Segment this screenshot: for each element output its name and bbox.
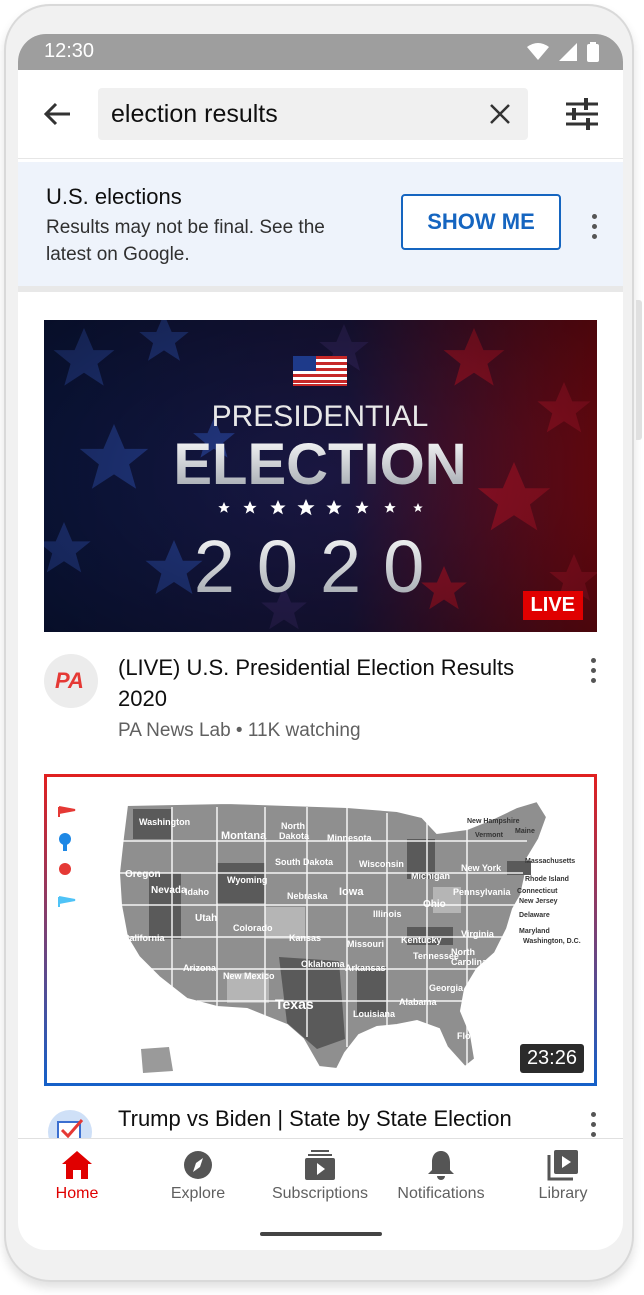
search-query: election results [111,100,278,128]
nav-library[interactable]: Library [508,1149,618,1203]
svg-text:South Dakota: South Dakota [275,857,334,867]
filter-icon[interactable] [564,96,600,132]
banner-more-icon[interactable] [590,214,598,240]
nav-subscriptions-label: Subscriptions [271,1185,369,1202]
svg-text:Washington, D.C.: Washington, D.C. [523,938,581,945]
svg-text:PRESIDENTIAL: PRESIDENTIAL [212,400,429,433]
svg-text:Colorado: Colorado [233,923,273,933]
svg-text:Pennsylvania: Pennsylvania [453,887,512,897]
video-thumbnail-live[interactable]: PRESIDENTIAL ELECTION 2020 LIVE [44,320,597,632]
video-more-icon[interactable] [589,658,597,684]
status-icons [527,42,599,62]
svg-text:Nebraska: Nebraska [287,891,329,901]
svg-text:Connecticut: Connecticut [517,888,558,895]
svg-text:Massachusetts: Massachusetts [525,858,575,865]
svg-text:Florida: Florida [457,1031,488,1041]
svg-text:Missouri: Missouri [347,939,384,949]
svg-text:Nevada: Nevada [151,885,187,896]
svg-text:Georgia: Georgia [429,983,464,993]
compass-icon [184,1151,212,1179]
screen: 12:30 election results U.S. elections Re… [18,34,623,1250]
channel-avatar[interactable]: PA [44,654,98,708]
nav-notifications-label: Notifications [397,1185,485,1202]
video-title-2[interactable]: Trump vs Biden | State by State Election [118,1106,558,1132]
channel-avatar-text: PA [55,668,84,693]
home-indicator[interactable] [260,1232,382,1236]
bottom-navigation: Home Explore Subscriptions Notifications… [18,1138,623,1221]
wifi-icon [527,43,549,60]
search-bar: election results [18,70,623,159]
nav-explore-label: Explore [170,1185,226,1202]
banner-description: Results may not be final. See the latest… [46,217,325,265]
svg-text:Michigan: Michigan [411,871,450,881]
status-time: 12:30 [44,40,95,62]
nav-library-label: Library [538,1185,588,1202]
live-badge: LIVE [522,591,583,620]
nav-explore[interactable]: Explore [143,1149,253,1203]
signal-icon [559,43,577,61]
svg-text:New Mexico: New Mexico [223,971,275,981]
svg-text:New Jersey: New Jersey [519,898,558,905]
svg-text:Vermont: Vermont [475,832,504,839]
svg-text:Kansas: Kansas [289,933,321,943]
us-map-artwork: Washington Montana NorthDakota Minnesota… [47,777,594,1083]
back-arrow-icon[interactable] [40,96,76,132]
show-me-button[interactable]: SHOW ME [401,194,561,250]
side-button [636,300,642,440]
svg-text:Illinois: Illinois [373,909,402,919]
subscriptions-icon [305,1150,335,1180]
svg-text:Louisiana: Louisiana [353,1009,396,1019]
us-flag-icon [293,356,347,386]
banner-title: U.S. elections [46,184,182,209]
svg-text:North: North [281,821,305,831]
library-icon [547,1150,578,1181]
svg-text:Kentucky: Kentucky [401,935,442,945]
svg-text:New York: New York [461,863,502,873]
svg-text:Maryland: Maryland [519,928,550,935]
svg-text:Dakota: Dakota [279,831,310,841]
status-bar: 12:30 [18,34,623,70]
nav-subscriptions[interactable]: Subscriptions [265,1149,375,1203]
svg-text:Texas: Texas [275,996,314,1012]
svg-text:Idaho: Idaho [185,887,210,897]
svg-text:Iowa: Iowa [339,886,364,898]
svg-text:ELECTION: ELECTION [173,432,466,497]
svg-text:Delaware: Delaware [519,912,550,919]
svg-text:2020: 2020 [194,525,447,608]
search-input[interactable]: election results [98,88,528,140]
svg-text:Utah: Utah [195,913,217,924]
home-icon [62,1151,92,1179]
svg-text:Wisconsin: Wisconsin [359,859,404,869]
nav-home[interactable]: Home [22,1149,132,1203]
svg-text:Oregon: Oregon [125,869,161,880]
svg-text:Maine: Maine [515,828,535,835]
clear-icon[interactable] [486,100,514,128]
svg-text:Washington: Washington [139,817,190,827]
nav-home-label: Home [55,1185,99,1202]
election-2020-artwork: PRESIDENTIAL ELECTION 2020 [44,320,597,632]
video-duration: 23:26 [519,1044,584,1073]
svg-text:California: California [123,933,166,943]
election-info-banner: U.S. elections Results may not be final.… [18,162,623,292]
svg-text:Montana: Montana [221,830,267,842]
video-meta: PA News Lab • 11K watching [118,720,361,741]
svg-text:Arizona: Arizona [183,963,217,973]
svg-text:Virginia: Virginia [461,929,495,939]
svg-text:New Hampshire: New Hampshire [467,818,520,825]
svg-text:Ohio: Ohio [423,899,446,910]
svg-text:Wyoming: Wyoming [227,875,267,885]
video-title[interactable]: (LIVE) U.S. Presidential Election Result… [118,652,558,714]
nav-notifications[interactable]: Notifications [386,1149,496,1203]
svg-text:Carolina: Carolina [451,957,488,967]
bell-icon [428,1151,454,1180]
battery-icon [587,42,599,62]
svg-text:Minnesota: Minnesota [327,833,372,843]
svg-text:Alabama: Alabama [399,997,438,1007]
video-thumbnail-map[interactable]: Washington Montana North Dakota Minnesota… [44,774,597,1086]
svg-text:North: North [451,947,475,957]
svg-text:Oklahoma: Oklahoma [301,959,346,969]
video-more-icon-2[interactable] [589,1112,597,1138]
svg-text:Rhode Island: Rhode Island [525,876,569,883]
svg-text:Arkansas: Arkansas [345,963,386,973]
